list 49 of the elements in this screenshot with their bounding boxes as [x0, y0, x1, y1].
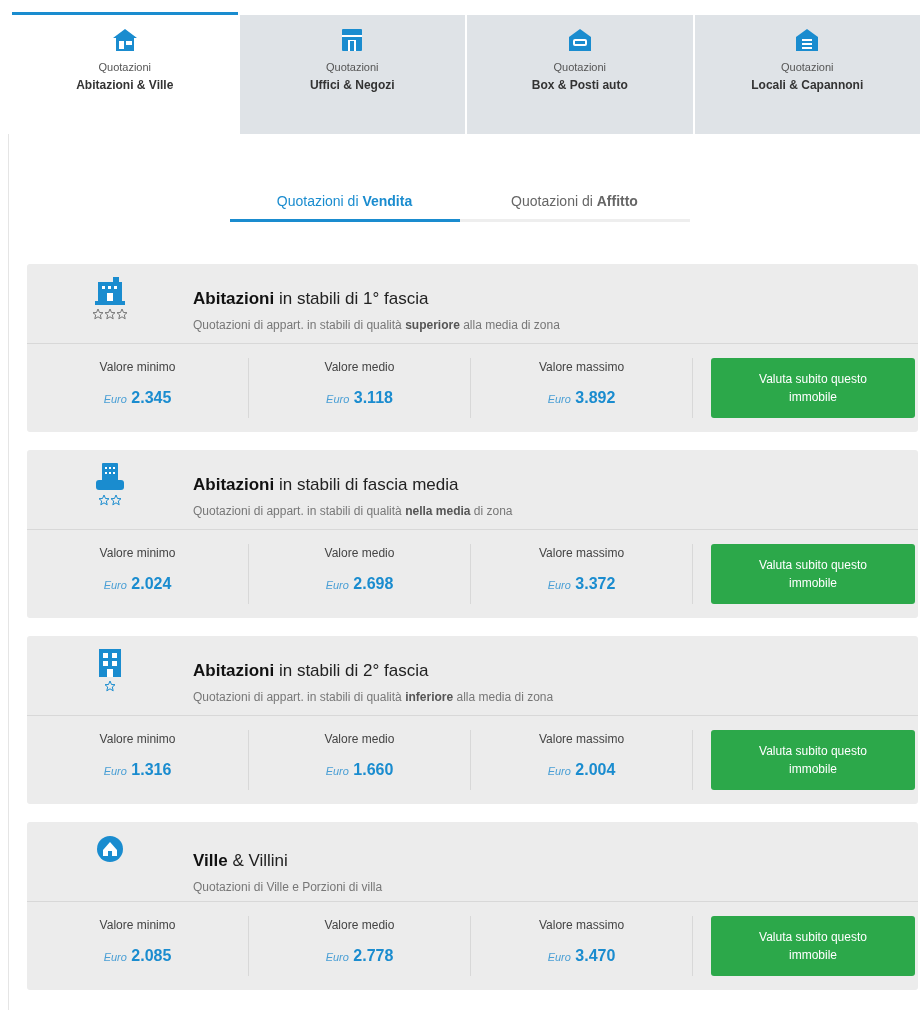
card-title: Abitazioni in stabili di fascia media: [193, 474, 460, 496]
value-amount: Euro 1.660: [325, 760, 394, 780]
tab-label: Abitazioni & Ville: [76, 76, 174, 94]
card-title: Abitazioni in stabili di 2° fascia: [193, 660, 430, 682]
tab-caption: Quotazioni: [325, 60, 379, 75]
value-label: Valore medio: [324, 917, 395, 934]
category-tab[interactable]: Quotazioni Box & Posti auto: [467, 15, 693, 134]
garage-icon: [566, 27, 593, 53]
value-label: Valore massimo: [538, 731, 625, 748]
mode-tab[interactable]: Quotazioni di Affitto: [459, 184, 690, 222]
value-label: Valore minimo: [99, 731, 176, 748]
tab-label: Uffici & Negozi: [309, 76, 395, 94]
mode-tab[interactable]: Quotazioni di Vendita: [229, 184, 460, 222]
category-tab[interactable]: Quotazioni Locali & Capannoni: [694, 15, 920, 134]
value-amount: Euro 1.316: [103, 760, 172, 780]
tab-caption: Quotazioni: [553, 60, 607, 75]
warehouse-icon: [794, 27, 821, 53]
value-label: Valore massimo: [538, 545, 625, 562]
value-label: Valore medio: [324, 731, 395, 748]
tab-label: Box & Posti auto: [531, 76, 628, 94]
value-label: Valore minimo: [99, 545, 176, 562]
card-subtitle: Quotazioni di appart. in stabili di qualità inferiore alla media di zona: [193, 688, 554, 706]
card-subtitle: Quotazioni di appart. in stabili di qualità superiore alla media di zona: [193, 316, 560, 334]
value-amount: Euro 2.004: [547, 760, 616, 780]
value-amount: Euro 3.470: [547, 946, 616, 966]
value-label: Valore minimo: [99, 917, 176, 934]
value-amount: Euro 2.778: [325, 946, 394, 966]
value-amount: Euro 2.698: [325, 574, 394, 594]
tab-caption: Quotazioni: [98, 60, 152, 75]
value-amount: Euro 3.372: [547, 574, 616, 594]
card-title: Abitazioni in stabili di 1° fascia: [193, 288, 430, 310]
card-subtitle: Quotazioni di appart. in stabili di qualità nella media di zona: [193, 502, 513, 520]
tab-caption: Quotazioni: [780, 60, 834, 75]
house-icon: [111, 27, 138, 53]
value-amount: Euro 3.892: [547, 388, 616, 408]
value-label: Valore massimo: [538, 359, 625, 376]
value-amount: Euro 3.118: [326, 388, 393, 408]
value-amount: Euro 2.345: [103, 388, 172, 408]
building-with-stars-icon: [91, 276, 129, 320]
value-amount: Euro 2.024: [103, 574, 172, 594]
category-tab[interactable]: Quotazioni Uffici & Negozi: [239, 15, 465, 134]
card-subtitle: Quotazioni di Ville e Porzioni di villa: [193, 878, 383, 896]
tab-label: Locali & Capannoni: [751, 76, 864, 94]
card-title: Ville & Villini: [193, 850, 289, 872]
value-label: Valore minimo: [99, 359, 176, 376]
value-amount: Euro 2.085: [103, 946, 172, 966]
value-label: Valore medio: [324, 359, 395, 376]
value-label: Valore medio: [324, 545, 395, 562]
value-label: Valore massimo: [538, 917, 625, 934]
